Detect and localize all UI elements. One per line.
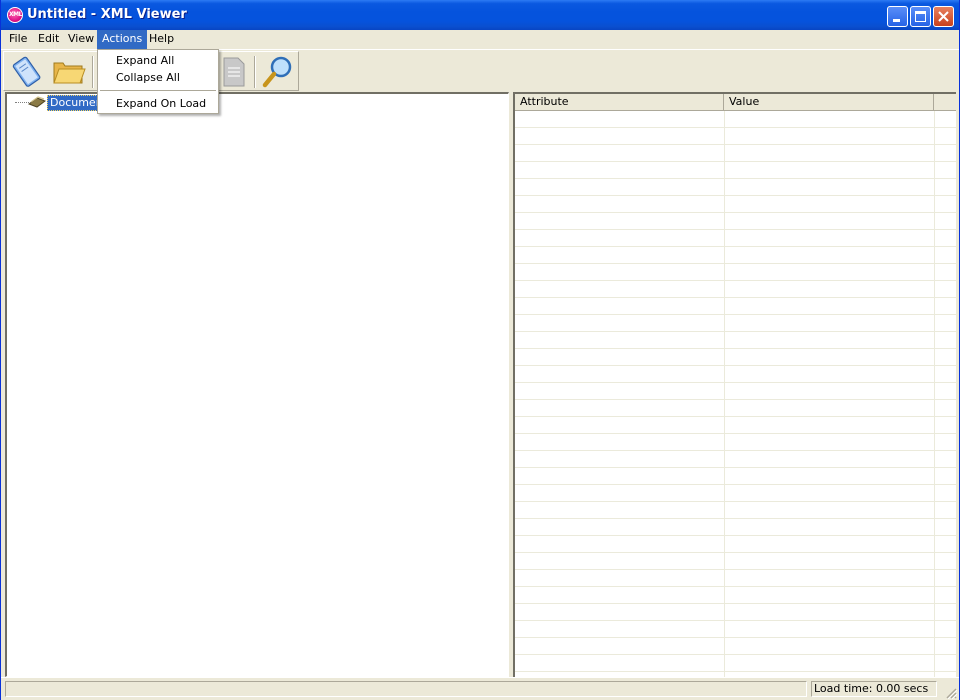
content-area: Document Attribute Value [1,92,959,677]
document-node-icon [27,96,47,108]
maximize-button[interactable] [910,6,931,27]
menu-actions[interactable]: Actions [97,30,148,49]
app-icon-text: XML [9,11,22,18]
actions-dropdown-menu: Expand All Collapse All Expand On Load [97,49,219,114]
open-folder-icon [53,62,86,84]
status-panel-main [5,681,807,697]
menu-bar: File Edit View Actions Help [1,30,959,49]
minimize-button[interactable] [887,6,908,27]
menu-help[interactable]: Help [144,30,179,49]
resize-grip-icon[interactable] [945,687,957,699]
close-button[interactable] [933,6,954,27]
load-time-status: Load time: 0.00 secs [811,681,937,697]
page-button[interactable] [216,54,252,90]
toolbar-separator [92,56,94,88]
new-button[interactable] [10,54,46,90]
menu-separator [100,90,216,91]
grid-rows [515,111,956,677]
column-header-value[interactable]: Value [724,94,934,110]
close-icon [938,11,949,22]
window-title: Untitled - XML Viewer [27,7,187,22]
xml-app-icon[interactable]: XML [7,7,23,23]
app-window: XML Untitled - XML Viewer File Edit View… [0,0,960,700]
grid-header: Attribute Value [515,94,956,111]
page-icon [223,57,245,87]
minimize-icon [893,19,900,22]
menu-item-expand-all[interactable]: Expand All [98,52,218,69]
menu-item-expand-on-load[interactable]: Expand On Load [98,95,218,112]
tree-view[interactable]: Document [5,92,509,677]
toolbar-separator-2 [254,56,256,88]
menu-edit[interactable]: Edit [33,30,64,49]
status-bar: Load time: 0.00 secs [1,677,959,700]
maximize-icon [915,11,926,22]
column-header-attribute[interactable]: Attribute [515,94,724,110]
grid-column-line [724,111,725,677]
magnifier-icon [262,56,292,88]
menu-file[interactable]: File [4,30,32,49]
attribute-grid[interactable]: Attribute Value [513,92,956,677]
find-button[interactable] [260,54,296,90]
new-document-icon [12,56,41,87]
title-bar[interactable]: XML Untitled - XML Viewer [1,0,959,30]
open-button[interactable] [51,54,87,90]
menu-view[interactable]: View [63,30,99,49]
grid-column-line-2 [934,111,935,677]
menu-item-collapse-all[interactable]: Collapse All [98,69,218,86]
